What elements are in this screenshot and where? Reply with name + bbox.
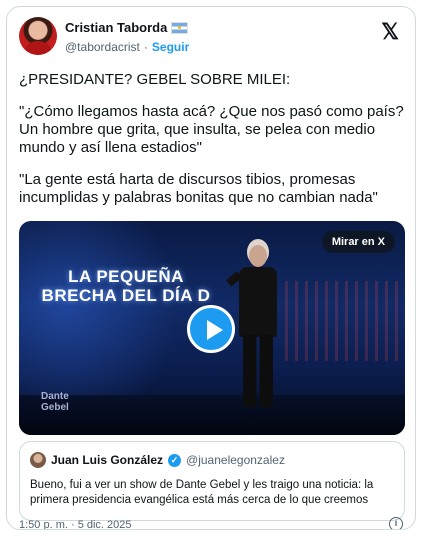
author-handle-row: @tabordacrist · Seguir	[65, 40, 189, 54]
separator-dot: ·	[143, 40, 148, 54]
quoted-author-name[interactable]: Juan Luis González	[51, 453, 163, 467]
stage-floor	[19, 395, 405, 435]
tweet-timestamp[interactable]: 1:50 p. m. · 5 dic. 2025	[19, 519, 132, 529]
tweet-paragraph: ¿PRESIDANTE? GEBEL SOBRE MILEI:	[19, 71, 291, 88]
quoted-author-handle[interactable]: @juanelegonzalez	[186, 453, 285, 467]
quoted-tweet-text: Bueno, fui a ver un show de Dante Gebel …	[30, 479, 374, 506]
x-logo-icon[interactable]: 𝕏	[381, 21, 399, 43]
video-player[interactable]: LA PEQUEÑA BRECHA DEL DÍA D Dante Gebel …	[19, 221, 405, 435]
speaker-body	[239, 267, 277, 337]
tweet-footer: 1:50 p. m. · 5 dic. 2025 i	[19, 517, 403, 529]
follow-button[interactable]: Seguir	[152, 40, 189, 54]
watch-on-x-button[interactable]: Mirar en X	[321, 231, 395, 253]
verified-badge-icon: ✓	[168, 453, 182, 467]
author-handle[interactable]: @tabordacrist	[65, 40, 140, 54]
tweet-text: ¿PRESIDANTE? GEBEL SOBRE MILEI: "¿Cómo l…	[19, 71, 405, 221]
video-brand-logo: Dante Gebel	[41, 391, 69, 413]
info-icon[interactable]: i	[389, 517, 403, 529]
tweet-paragraph: "La gente está harta de discursos tibios…	[19, 171, 378, 206]
speaker-figure	[226, 245, 287, 415]
play-icon[interactable]	[187, 305, 235, 353]
tweet-card[interactable]: Cristian Taborda @tabordacrist · Seguir …	[6, 6, 416, 530]
argentina-flag-icon	[171, 21, 189, 34]
author-avatar[interactable]	[19, 17, 57, 55]
author-name-row: Cristian Taborda	[65, 20, 189, 35]
tweet-paragraph: "¿Cómo llegamos hasta acá? ¿Que nos pasó…	[19, 103, 404, 156]
quoted-tweet-header: Juan Luis González ✓ @juanelegonzalez	[30, 452, 285, 468]
tweet-header: Cristian Taborda @tabordacrist · Seguir …	[19, 17, 403, 57]
stage-lights	[285, 281, 405, 361]
speaker-legs	[243, 335, 273, 407]
speaker-head	[249, 245, 267, 267]
video-overlay-title: LA PEQUEÑA BRECHA DEL DÍA D	[41, 267, 211, 305]
quoted-author-avatar[interactable]	[30, 452, 46, 468]
author-name[interactable]: Cristian Taborda	[65, 20, 167, 35]
quoted-tweet[interactable]: Juan Luis González ✓ @juanelegonzalez Bu…	[19, 441, 405, 521]
